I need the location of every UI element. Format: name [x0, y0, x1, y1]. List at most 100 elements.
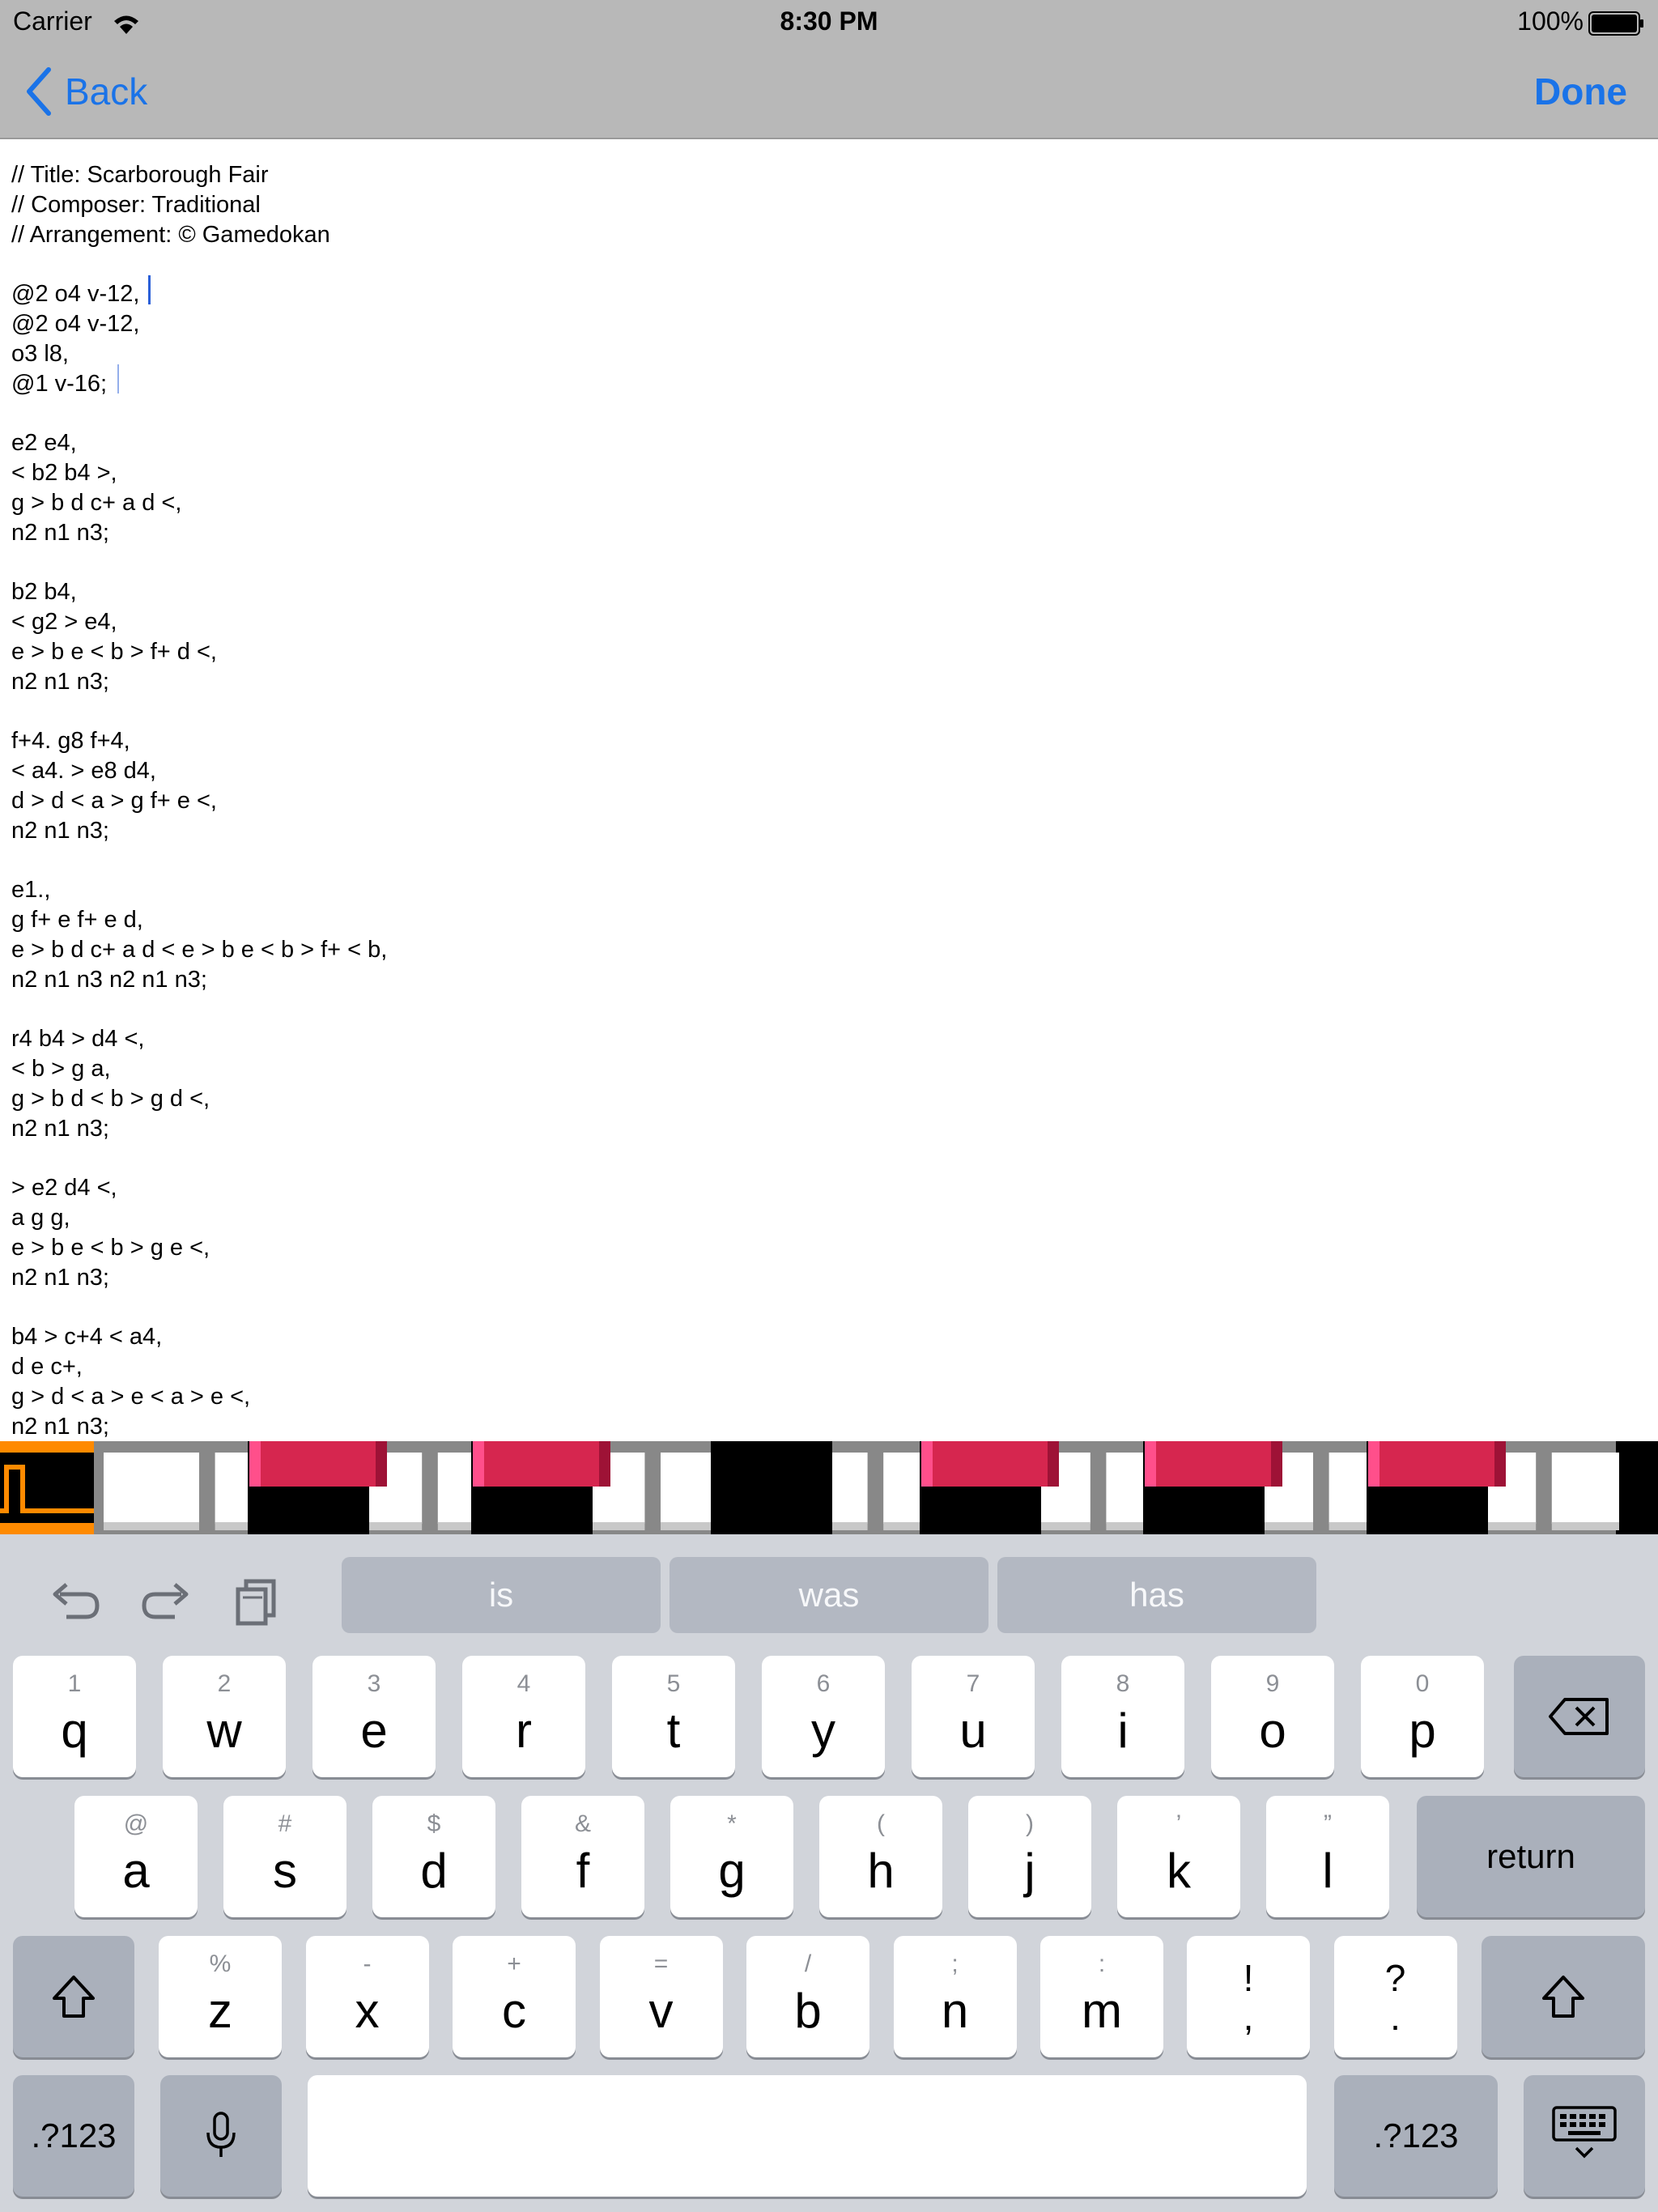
numbers-label: .?123 [1373, 2116, 1459, 2155]
key-i[interactable]: 8i [1061, 1656, 1184, 1777]
key-q[interactable]: 1q [13, 1656, 136, 1777]
clipboard-icon[interactable] [230, 1573, 287, 1630]
code-line: n2 n1 n3; [11, 817, 109, 844]
key-label: q [61, 1704, 88, 1758]
key-z[interactable]: % z [159, 1936, 282, 2057]
back-label: Back [65, 70, 148, 113]
piano-key-highlight[interactable] [249, 1441, 387, 1487]
key-w[interactable]: 2w [163, 1656, 286, 1777]
hide-keyboard-key[interactable] [1524, 2075, 1645, 2197]
key-alt-label: 5 [666, 1670, 681, 1697]
piano-keys[interactable] [94, 1441, 1658, 1534]
code-line: g > b d c+ a d <, [11, 489, 182, 516]
code-line: d e c+, [11, 1354, 83, 1380]
key-t[interactable]: 5t [612, 1656, 735, 1777]
key-a[interactable]: @ a [74, 1796, 198, 1917]
code-line: g > b d < b > g d <, [11, 1085, 210, 1112]
key-k[interactable]: ’ k [1117, 1796, 1240, 1917]
code-line: n2 n1 n3; [11, 519, 109, 546]
key-label: z [208, 1984, 232, 2038]
key-e[interactable]: 3e [312, 1656, 436, 1777]
key-s[interactable]: # s [223, 1796, 346, 1917]
key-alt-label: ’ [1175, 1810, 1182, 1837]
code-line: @1 v-16; [11, 370, 108, 397]
piano-key-highlight[interactable] [1145, 1441, 1282, 1487]
key-label: t [666, 1704, 681, 1758]
navigation-bar: Back Done [0, 45, 1658, 139]
piano-black-key[interactable] [1619, 1441, 1658, 1534]
suggestion-chip[interactable]: is [342, 1557, 661, 1633]
shift-key-left[interactable] [13, 1936, 134, 2057]
numbers-key-right[interactable]: .?123 [1334, 2075, 1498, 2197]
piano-keyboard-strip[interactable] [0, 1441, 1658, 1534]
key-y[interactable]: 6y [762, 1656, 885, 1777]
key-alt-label: - [363, 1950, 372, 1977]
key-o[interactable]: 9o [1211, 1656, 1334, 1777]
key-m[interactable]: :m [1040, 1936, 1163, 2057]
key-label: g [718, 1844, 746, 1898]
suggestion-chip[interactable]: was [670, 1557, 988, 1633]
redo-icon[interactable] [139, 1573, 196, 1630]
code-line: b4 > c+4 < a4, [11, 1324, 163, 1351]
key-j[interactable]: ) j [968, 1796, 1091, 1917]
key-l[interactable]: ” l [1266, 1796, 1389, 1917]
key-x[interactable]: -x [305, 1936, 429, 2057]
piano-key-highlight[interactable] [921, 1441, 1059, 1487]
delete-key[interactable] [1514, 1656, 1645, 1777]
key-label: h [867, 1844, 895, 1898]
space-bar[interactable] [308, 2075, 1307, 2197]
suggestion-chip[interactable]: has [997, 1557, 1316, 1633]
code-line: a g g, [11, 1205, 70, 1231]
numbers-label: .?123 [31, 2116, 117, 2155]
key-v[interactable]: = v [599, 1936, 723, 2057]
key-p[interactable]: 0p [1361, 1656, 1484, 1777]
key-label: ? [1384, 1957, 1406, 1999]
key-label: m [1082, 1984, 1122, 2038]
piano-key-highlight[interactable] [473, 1441, 610, 1487]
done-button[interactable]: Done [1534, 63, 1627, 120]
key-c[interactable]: + c [453, 1936, 576, 2057]
key-r[interactable]: 4r [462, 1656, 585, 1777]
code-line: g f+ e f+ e d, [11, 907, 143, 933]
key-h[interactable]: (h [819, 1796, 942, 1917]
code-line: n2 n1 n3; [11, 1115, 109, 1142]
key-alt-label: = [653, 1950, 669, 1977]
key-label: b [794, 1984, 822, 2038]
key-alt-label: % [209, 1950, 232, 1977]
key-alt-label: ; [951, 1950, 959, 1977]
code-line: < b2 b4 >, [11, 460, 117, 486]
code-line: // Arrangement: © Gamedokan [11, 221, 330, 248]
back-button[interactable]: Back [24, 63, 147, 120]
on-screen-keyboard: is was has 1 q 2 w 3 e 4 r 5 t 6 y 7 u 8 i 9 o 0 p @ a # s $ d & f * g(… [0, 1534, 1658, 2212]
code-line: n2 n1 n3; [11, 1264, 109, 1291]
return-key[interactable]: return [1417, 1796, 1645, 1917]
punctuation-key[interactable]: !, [1187, 1936, 1310, 2057]
code-line: @2 o4 v-12, [11, 311, 140, 337]
waveform-icon[interactable] [0, 1441, 94, 1534]
microphone-key[interactable] [160, 2075, 282, 2197]
key-u[interactable]: 7u [912, 1656, 1035, 1777]
undo-icon[interactable] [45, 1573, 102, 1630]
key-g[interactable]: * g [670, 1796, 793, 1917]
punctuation-key[interactable]: ?. [1333, 1936, 1457, 2057]
key-b[interactable]: / b [746, 1936, 869, 2057]
mml-text-editor[interactable]: // Title: Scarborough Fair // Composer: T… [0, 139, 1658, 1441]
key-label: l [1322, 1844, 1333, 1898]
key-n[interactable]: ; n [893, 1936, 1017, 2057]
key-alt-label: & [574, 1810, 591, 1837]
numbers-key-left[interactable]: .?123 [13, 2075, 134, 2197]
piano-white-key[interactable] [104, 1453, 199, 1524]
code-line: d > d < a > g f+ e <, [11, 787, 217, 814]
key-alt-label: ” [1324, 1810, 1332, 1837]
key-f[interactable]: & f [521, 1796, 644, 1917]
piano-key-highlight[interactable] [1368, 1441, 1506, 1487]
key-d[interactable]: $ d [372, 1796, 495, 1917]
code-line: o3 l8, [11, 340, 69, 367]
key-label: v [648, 1984, 674, 2038]
code-line: g > d < a > e < a > e <, [11, 1383, 251, 1410]
piano-black-key[interactable] [711, 1441, 832, 1534]
code-line: @2 o4 v-12, [11, 281, 140, 308]
key-label: n [941, 1984, 969, 2038]
code-line: // Composer: Traditional [11, 191, 261, 218]
shift-key-right[interactable] [1482, 1936, 1645, 2057]
